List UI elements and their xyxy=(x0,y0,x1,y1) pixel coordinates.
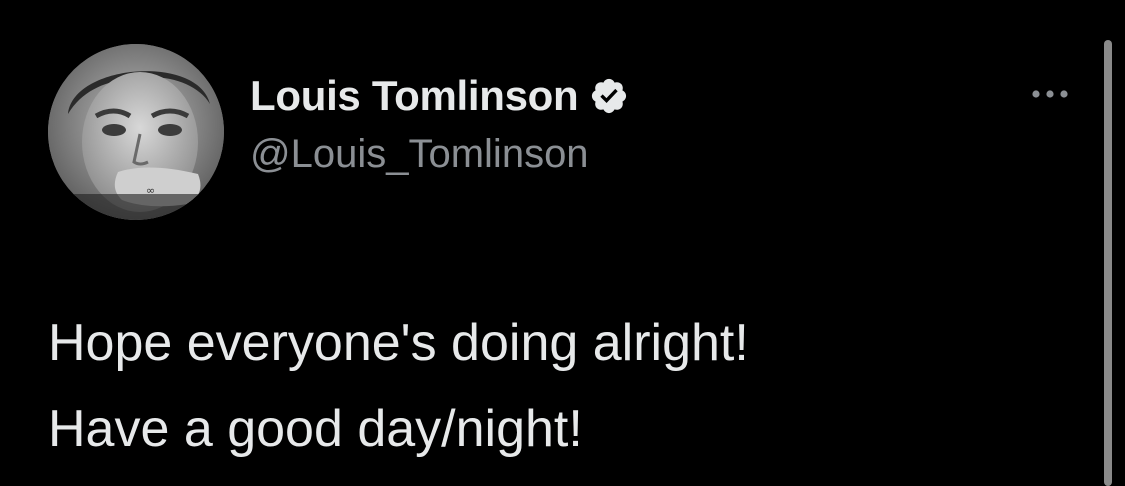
more-options-button[interactable] xyxy=(1024,74,1076,114)
verified-badge-icon xyxy=(586,73,632,119)
tweet-card: ∞ Louis Tomlinson @Louis_Tomlinson Hope … xyxy=(0,0,1125,486)
tweet-text-line: Have a good day/night! xyxy=(48,400,583,458)
scrollbar[interactable] xyxy=(1104,40,1112,486)
tweet-text-line: Hope everyone's doing alright! xyxy=(48,314,749,372)
more-horizontal-icon xyxy=(1032,90,1068,98)
author-display-name[interactable]: Louis Tomlinson xyxy=(250,72,579,120)
avatar-photo-icon: ∞ xyxy=(48,44,224,220)
author-handle[interactable]: @Louis_Tomlinson xyxy=(250,132,589,177)
author-avatar[interactable]: ∞ xyxy=(48,44,224,220)
author-name-row[interactable]: Louis Tomlinson xyxy=(250,70,632,122)
tweet-text: Hope everyone's doing alright! Have a go… xyxy=(48,300,1068,472)
